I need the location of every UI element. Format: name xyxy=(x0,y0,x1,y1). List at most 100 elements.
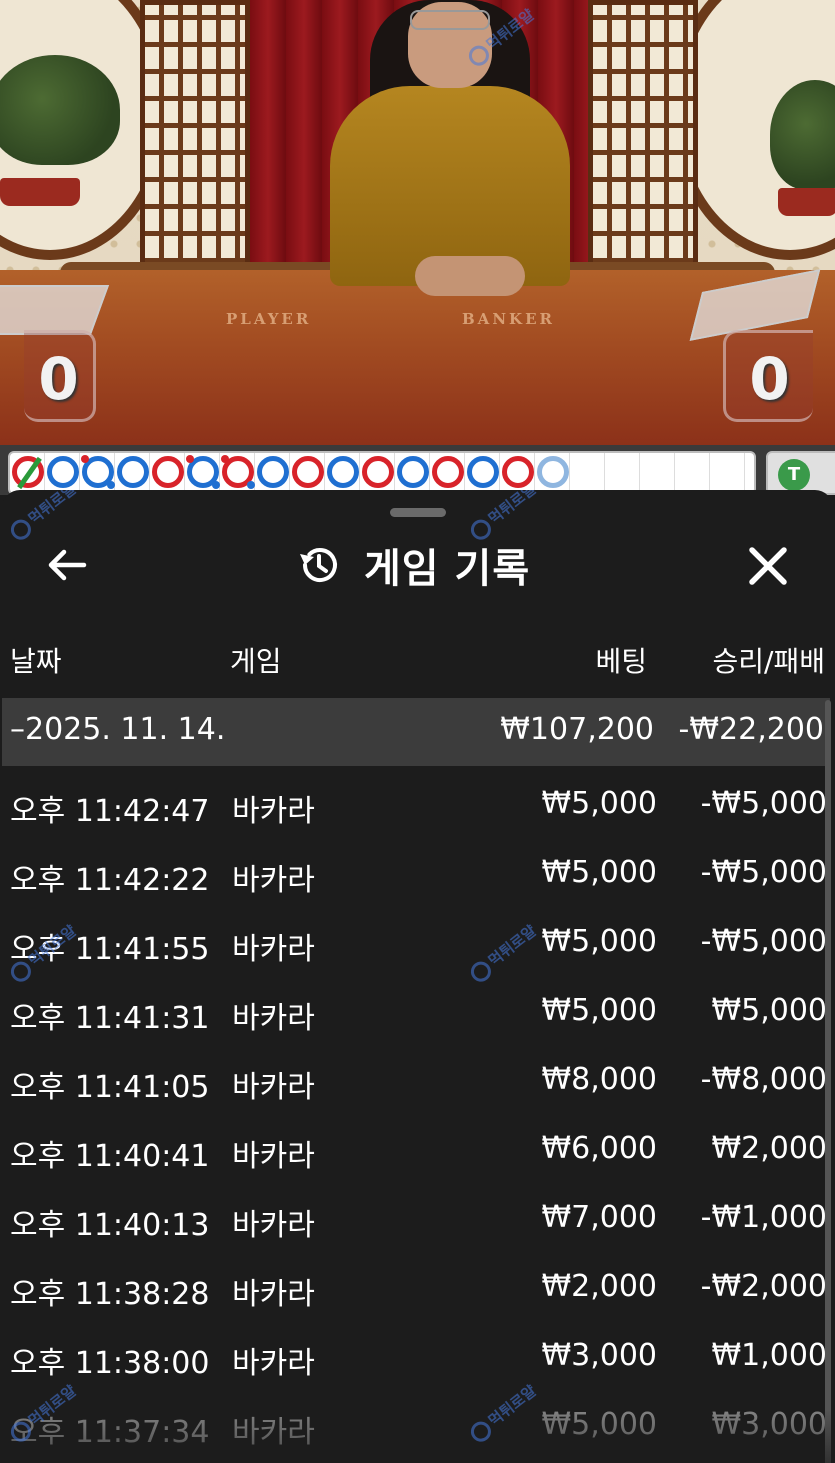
row-bet: ₩5,000 xyxy=(541,1407,657,1442)
row-time: 오후 11:42:22 xyxy=(10,863,210,898)
row-time: 오후 11:38:00 xyxy=(10,1346,210,1381)
card-stack-left xyxy=(0,285,110,335)
row-win-loss: ₩5,000 xyxy=(711,993,827,1028)
tie-bead xyxy=(12,456,44,488)
history-icon xyxy=(300,548,337,582)
row-bet: ₩8,000 xyxy=(541,1062,657,1097)
player-bead xyxy=(397,456,429,488)
row-game: 바카라 xyxy=(232,1208,315,1243)
row-bet: ₩2,000 xyxy=(541,1269,657,1304)
row-game: 바카라 xyxy=(232,863,315,898)
player-bead xyxy=(117,456,149,488)
back-button[interactable] xyxy=(42,540,92,590)
player-bead xyxy=(257,456,289,488)
arrow-left-icon xyxy=(48,549,87,581)
row-win-loss: -₩5,000 xyxy=(700,786,827,821)
banker-bead xyxy=(152,456,184,488)
row-game: 바카라 xyxy=(232,1346,315,1381)
banker-felt-label: BANKER xyxy=(462,310,555,328)
banker-bead xyxy=(292,456,324,488)
column-bet: 베팅 xyxy=(595,645,647,678)
history-row[interactable]: 오후 11:42:22 바카라 ₩5,000 -₩5,000 xyxy=(2,841,833,910)
row-win-loss: ₩3,000 xyxy=(711,1407,827,1442)
column-date: 날짜 xyxy=(10,645,62,678)
roadmap-strip: T xyxy=(0,445,835,495)
row-game: 바카라 xyxy=(232,1277,315,1312)
banker-bead xyxy=(362,456,394,488)
close-icon xyxy=(749,547,787,585)
live-video: PLAYER BANKER 0 0 먹튀로얄 xyxy=(0,0,835,445)
history-row[interactable]: 오후 11:40:13 바카라 ₩7,000 -₩1,000 xyxy=(2,1186,833,1255)
pending-bead xyxy=(537,456,569,488)
day-total-win-loss: -₩22,200 xyxy=(678,712,824,747)
row-win-loss: -₩2,000 xyxy=(700,1269,827,1304)
lattice-left xyxy=(140,0,250,290)
history-row[interactable]: 오후 11:41:55 바카라 ₩5,000 -₩5,000 xyxy=(2,910,833,979)
row-win-loss: ₩2,000 xyxy=(711,1131,827,1166)
pot-right xyxy=(778,188,835,216)
row-game: 바카라 xyxy=(232,932,315,967)
bonsai-left xyxy=(0,55,120,165)
player-bead xyxy=(81,455,115,489)
row-time: 오후 11:38:28 xyxy=(10,1277,210,1312)
row-time: 오후 11:42:47 xyxy=(10,794,210,829)
bead-road[interactable] xyxy=(8,451,756,495)
history-row[interactable]: 오후 11:41:05 바카라 ₩8,000 -₩8,000 xyxy=(2,1048,833,1117)
tie-badge: T xyxy=(778,459,810,491)
row-win-loss: -₩5,000 xyxy=(700,924,827,959)
row-bet: ₩7,000 xyxy=(541,1200,657,1235)
pot-left xyxy=(0,178,80,206)
history-row[interactable]: 오후 11:40:41 바카라 ₩6,000 ₩2,000 xyxy=(2,1117,833,1186)
history-list: 오후 11:42:47 바카라 ₩5,000 -₩5,000 오후 11:42:22 바카… xyxy=(2,772,833,1462)
row-bet: ₩5,000 xyxy=(541,855,657,890)
game-history-sheet: 게임 기록 날짜 게임 베팅 승리/패배 –2025. 11. 14. ₩107… xyxy=(2,490,833,1463)
history-row[interactable]: 오후 11:37:34 바카라 ₩5,000 ₩3,000 xyxy=(2,1393,833,1462)
player-bead xyxy=(467,456,499,488)
day-summary-row[interactable]: –2025. 11. 14. ₩107,200 -₩22,200 xyxy=(2,698,830,766)
history-row[interactable]: 오후 11:38:00 바카라 ₩3,000 ₩1,000 xyxy=(2,1324,833,1393)
banker-bead xyxy=(432,456,464,488)
row-time: 오후 11:37:34 xyxy=(10,1415,210,1450)
player-felt-label: PLAYER xyxy=(226,310,312,328)
row-win-loss: -₩8,000 xyxy=(700,1062,827,1097)
history-row[interactable]: 오후 11:38:28 바카라 ₩2,000 -₩2,000 xyxy=(2,1255,833,1324)
banker-bead xyxy=(502,456,534,488)
row-bet: ₩5,000 xyxy=(541,924,657,959)
row-bet: ₩5,000 xyxy=(541,786,657,821)
row-time: 오후 11:40:41 xyxy=(10,1139,210,1174)
day-date: –2025. 11. 14. xyxy=(10,712,226,747)
player-score: 0 xyxy=(24,330,96,422)
column-headers: 날짜 게임 베팅 승리/패배 xyxy=(2,640,833,684)
lattice-right xyxy=(588,0,698,290)
history-row[interactable]: 오후 11:42:47 바카라 ₩5,000 -₩5,000 xyxy=(2,772,833,841)
row-game: 바카라 xyxy=(232,1070,315,1105)
watermark: 먹튀로얄 xyxy=(6,490,81,543)
banker-bead xyxy=(221,455,255,489)
drag-handle[interactable] xyxy=(390,508,446,517)
player-bead xyxy=(327,456,359,488)
row-game: 바카라 xyxy=(232,1139,315,1174)
column-game: 게임 xyxy=(230,645,282,678)
player-bead xyxy=(186,455,220,489)
history-row[interactable]: 오후 11:41:31 바카라 ₩5,000 ₩5,000 xyxy=(2,979,833,1048)
tie-tab[interactable]: T xyxy=(766,451,835,495)
row-game: 바카라 xyxy=(232,1415,315,1450)
row-time: 오후 11:41:55 xyxy=(10,932,210,967)
sheet-title: 게임 기록 xyxy=(364,546,531,592)
row-win-loss: -₩5,000 xyxy=(700,855,827,890)
player-bead xyxy=(47,456,79,488)
row-bet: ₩5,000 xyxy=(541,993,657,1028)
row-time: 오후 11:40:13 xyxy=(10,1208,210,1243)
close-button[interactable] xyxy=(740,538,796,594)
row-win-loss: -₩1,000 xyxy=(700,1200,827,1235)
row-win-loss: ₩1,000 xyxy=(711,1338,827,1373)
row-game: 바카라 xyxy=(232,1001,315,1036)
day-total-bet: ₩107,200 xyxy=(500,712,654,747)
scrollbar[interactable] xyxy=(825,700,831,1463)
sheet-header: 게임 기록 xyxy=(296,540,530,592)
row-time: 오후 11:41:31 xyxy=(10,1001,210,1036)
row-time: 오후 11:41:05 xyxy=(10,1070,210,1105)
dealer xyxy=(330,0,570,300)
row-game: 바카라 xyxy=(232,794,315,829)
banker-score: 0 xyxy=(723,330,813,422)
